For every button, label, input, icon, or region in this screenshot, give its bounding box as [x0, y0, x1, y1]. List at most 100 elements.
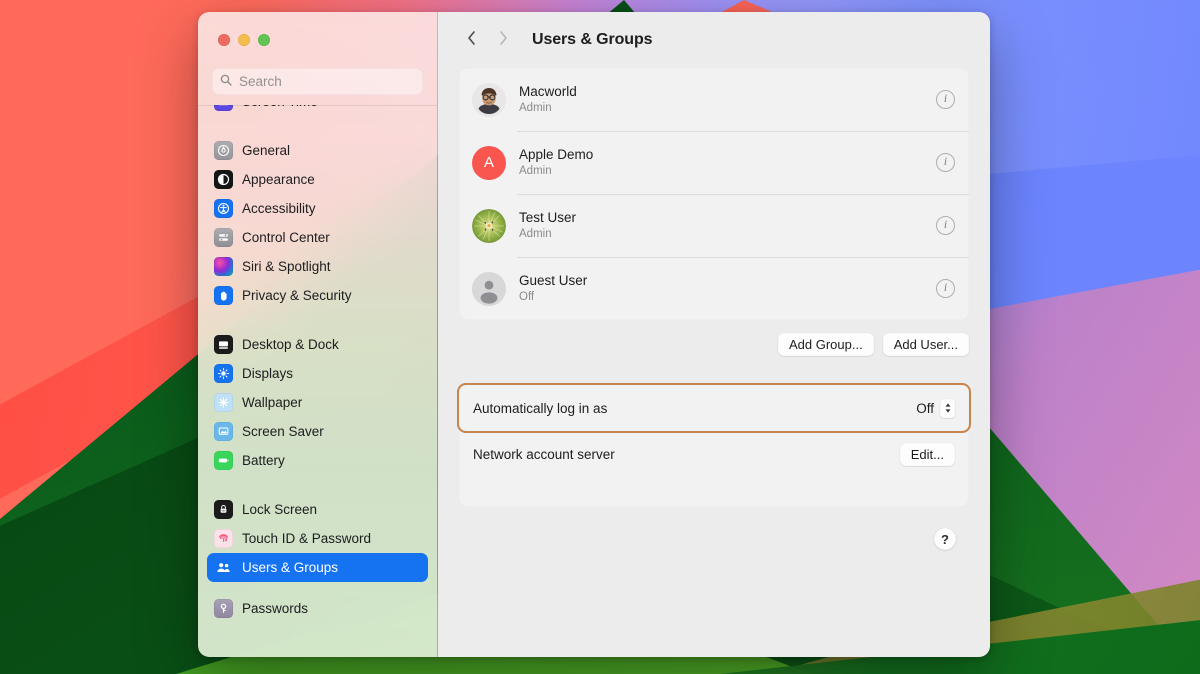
sidebar-item-siri-spotlight[interactable]: Siri & Spotlight	[207, 252, 428, 281]
sidebar-scroll-area[interactable]: Screen Time General	[198, 105, 437, 657]
user-role: Admin	[519, 165, 593, 178]
auto-login-control[interactable]: Off	[916, 399, 955, 418]
login-settings-card: Automatically log in as Off Network acco…	[459, 383, 969, 507]
sidebar-group-0: Screen Time	[207, 105, 428, 120]
sidebar-item-label: Control Center	[242, 231, 330, 245]
settings-card-spacer	[459, 478, 969, 507]
add-user-button[interactable]: Add User...	[883, 333, 969, 356]
forward-button[interactable]	[490, 27, 516, 53]
help-row: ?	[459, 528, 969, 550]
sidebar-item-touch-id-password[interactable]: Touch ID & Password	[207, 524, 428, 553]
sidebar-item-control-center[interactable]: Control Center	[207, 223, 428, 252]
chevron-left-icon	[466, 30, 477, 51]
auto-login-value: Off	[916, 401, 934, 416]
sidebar-item-label: Displays	[242, 367, 293, 381]
user-info: Guest User Off	[519, 273, 587, 304]
accessibility-icon	[214, 199, 233, 218]
detail-pane: Users & Groups	[438, 12, 990, 657]
sidebar-item-users-groups[interactable]: Users & Groups	[207, 553, 428, 582]
sidebar-item-label: Passwords	[242, 602, 308, 616]
battery-icon	[214, 451, 233, 470]
avatar	[472, 209, 506, 243]
avatar: A	[472, 146, 506, 180]
sidebar-divider-1	[207, 314, 428, 326]
user-role: Off	[519, 291, 587, 304]
sidebar-item-label: Screen Saver	[242, 425, 324, 439]
sidebar: Screen Time General	[198, 12, 438, 657]
auto-login-row[interactable]: Automatically log in as Off	[457, 383, 971, 433]
sidebar-item-privacy-security[interactable]: Privacy & Security	[207, 281, 428, 310]
sidebar-item-accessibility[interactable]: Accessibility	[207, 194, 428, 223]
user-role: Admin	[519, 228, 576, 241]
search-icon	[220, 73, 232, 91]
table-row[interactable]: Guest User Off i	[459, 257, 969, 320]
sidebar-search-container	[198, 68, 437, 105]
auto-login-label: Automatically log in as	[473, 401, 607, 416]
sidebar-divider-2	[207, 479, 428, 491]
passwords-key-icon	[214, 599, 233, 618]
sidebar-item-lock-screen[interactable]: Lock Screen	[207, 495, 428, 524]
info-icon[interactable]: i	[936, 153, 955, 172]
screen-saver-icon	[214, 422, 233, 441]
control-center-icon	[214, 228, 233, 247]
touch-id-icon	[214, 529, 233, 548]
sidebar-item-label: Privacy & Security	[242, 289, 352, 303]
user-name: Macworld	[519, 84, 577, 100]
question-mark-icon[interactable]: ?	[934, 528, 956, 550]
sidebar-item-battery[interactable]: Battery	[207, 446, 428, 475]
sidebar-group-1: General Appearance Accessibility	[207, 132, 428, 314]
siri-icon	[214, 257, 233, 276]
sidebar-item-screen-saver[interactable]: Screen Saver	[207, 417, 428, 446]
table-row[interactable]: Test User Admin i	[459, 194, 969, 257]
avatar-initial: A	[484, 154, 494, 171]
displays-icon	[214, 364, 233, 383]
edit-button[interactable]: Edit...	[900, 443, 955, 466]
sidebar-item-appearance[interactable]: Appearance	[207, 165, 428, 194]
minimize-button[interactable]	[238, 34, 250, 46]
sidebar-item-desktop-dock[interactable]: Desktop & Dock	[207, 330, 428, 359]
sidebar-item-displays[interactable]: Displays	[207, 359, 428, 388]
detail-body: Macworld Admin i A Apple Demo Admin i	[438, 68, 990, 657]
network-account-server-row: Network account server Edit...	[459, 431, 969, 478]
table-row[interactable]: Macworld Admin i	[459, 68, 969, 131]
wallpaper-icon	[214, 393, 233, 412]
sidebar-item-label: Wallpaper	[242, 396, 302, 410]
sidebar-item-wallpaper[interactable]: Wallpaper	[207, 388, 428, 417]
sidebar-item-label: Desktop & Dock	[242, 338, 339, 352]
users-list-card: Macworld Admin i A Apple Demo Admin i	[459, 68, 969, 320]
user-info: Macworld Admin	[519, 84, 577, 115]
avatar	[472, 272, 506, 306]
sidebar-item-screen-time[interactable]: Screen Time	[207, 105, 428, 116]
add-buttons-row: Add Group... Add User...	[459, 333, 969, 356]
back-button[interactable]	[458, 27, 484, 53]
sidebar-item-label: Users & Groups	[242, 561, 338, 575]
sidebar-item-label: Accessibility	[242, 202, 316, 216]
users-groups-icon	[214, 558, 233, 577]
sidebar-item-label: Battery	[242, 454, 285, 468]
info-icon[interactable]: i	[936, 216, 955, 235]
sidebar-item-general[interactable]: General	[207, 136, 428, 165]
sidebar-item-label: Appearance	[242, 173, 315, 187]
add-group-button[interactable]: Add Group...	[778, 333, 874, 356]
user-name: Guest User	[519, 273, 587, 289]
sidebar-item-label: Touch ID & Password	[242, 532, 371, 546]
search-field[interactable]	[212, 68, 423, 95]
sidebar-group-3: Lock Screen Touch ID & Password Users & …	[207, 491, 428, 627]
info-icon[interactable]: i	[936, 279, 955, 298]
detail-header: Users & Groups	[438, 12, 990, 68]
table-row[interactable]: A Apple Demo Admin i	[459, 131, 969, 194]
desktop-dock-icon	[214, 335, 233, 354]
close-button[interactable]	[218, 34, 230, 46]
sidebar-item-passwords[interactable]: Passwords	[207, 594, 428, 623]
system-settings-window: Screen Time General	[198, 12, 990, 657]
appearance-icon	[214, 170, 233, 189]
search-input[interactable]	[239, 74, 415, 89]
avatar	[472, 83, 506, 117]
info-icon[interactable]: i	[936, 90, 955, 109]
chevron-right-icon	[498, 30, 509, 51]
maximize-button[interactable]	[258, 34, 270, 46]
updown-chevrons-icon[interactable]	[940, 399, 955, 418]
sidebar-item-label: Siri & Spotlight	[242, 260, 331, 274]
sidebar-divider-0	[207, 120, 428, 132]
general-gear-icon	[214, 141, 233, 160]
